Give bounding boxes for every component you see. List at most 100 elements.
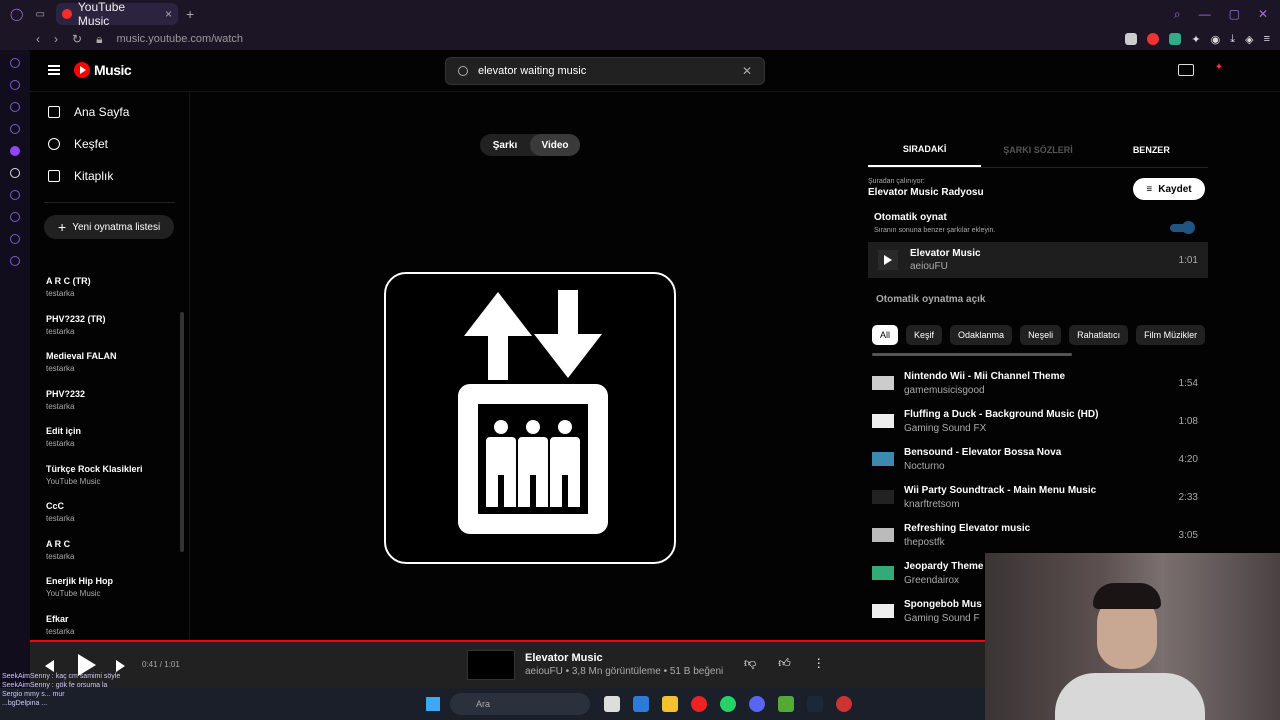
menu-icon[interactable]: ≡ (1264, 33, 1270, 45)
opera-logo-icon[interactable]: ◯ (10, 7, 23, 21)
chip-all[interactable]: All (872, 325, 899, 345)
playlist-item[interactable]: Efkar testarka (30, 610, 180, 635)
next-icon[interactable] (116, 660, 128, 672)
sidebar-app-icon[interactable] (10, 80, 20, 90)
forward-icon[interactable]: › (54, 32, 58, 46)
queue-artist: Gaming Sound F (904, 612, 980, 624)
profile-icon[interactable]: ◉ (1211, 33, 1221, 46)
current-track[interactable]: Elevator Music aeiouFU 1:01 (868, 242, 1208, 278)
player-meta: aeiouFU • 3,8 Mn görüntüleme • 51 B beğe… (525, 666, 724, 677)
more-options-icon[interactable]: ⋮ (813, 656, 825, 671)
minimize-icon[interactable]: — (1199, 7, 1211, 22)
restore-icon[interactable]: ▢ (1229, 7, 1240, 22)
playlist-item[interactable]: Medieval FALAN testarka (30, 347, 180, 385)
whatsapp-icon[interactable] (720, 696, 736, 712)
song-toggle[interactable]: Şarkı (480, 134, 530, 156)
tab-lyrics[interactable]: ŞARKI SÖZLERİ (981, 132, 1094, 167)
video-toggle[interactable]: Video (530, 134, 580, 156)
playlist-item[interactable]: CcC testarka (30, 497, 180, 535)
player-title[interactable]: Elevator Music (525, 652, 603, 664)
extension-icon[interactable] (1125, 33, 1138, 45)
x-twitter-icon[interactable] (10, 168, 20, 178)
play-icon[interactable] (878, 250, 898, 270)
history-icon[interactable] (10, 212, 20, 222)
steam-icon[interactable] (807, 696, 823, 712)
sidebar-app-icon[interactable] (10, 124, 20, 134)
aria-icon[interactable]: ◈ (1245, 33, 1253, 46)
taskbar-search[interactable]: Ara (450, 693, 590, 715)
previous-icon[interactable] (42, 660, 54, 672)
opera-icon[interactable] (691, 696, 707, 712)
sidebar-app-icon[interactable] (10, 234, 20, 244)
browser-tab[interactable]: YouTube Music × (56, 0, 178, 28)
chip-soundtracks[interactable]: Film Müzikler (1136, 325, 1206, 345)
left-sidebar: Ana Sayfa Keşfet Kitaplık + Yeni oynatma… (30, 92, 190, 640)
discord-icon[interactable] (749, 696, 765, 712)
new-playlist-button[interactable]: + Yeni oynatma listesi (44, 215, 174, 239)
sidebar-app-icon[interactable] (10, 190, 20, 200)
outlook-icon[interactable] (633, 696, 649, 712)
queue-item[interactable]: Bensound - Elevator Bossa Nova Nocturno 4:… (868, 440, 1208, 478)
sidebar-app-icon[interactable] (10, 58, 20, 68)
twitch-icon[interactable] (10, 146, 20, 156)
autoplay-title: Otomatik oynat (874, 212, 947, 223)
autoplay-switch[interactable] (1170, 221, 1195, 234)
queue-item[interactable]: Nintendo Wii - Mii Channel Theme gamemusi… (868, 364, 1208, 402)
playlist-item[interactable]: Türkçe Rock Klasikleri YouTube Music (30, 460, 180, 498)
playlist-item[interactable]: Edit için testarka (30, 422, 180, 460)
playlist-item[interactable]: Enerjik Hip Hop YouTube Music (30, 572, 180, 610)
search-icon (458, 66, 468, 76)
chip-focus[interactable]: Odaklanma (950, 325, 1013, 345)
chip-upbeat[interactable]: Neşeli (1020, 325, 1062, 345)
dislike-icon[interactable]: 👎︎ (744, 656, 756, 671)
hamburger-menu-icon[interactable] (48, 65, 60, 75)
playlist-item[interactable]: PHV?232 testarka (30, 385, 180, 423)
search-tabs-icon[interactable]: ⌕ (1174, 7, 1181, 22)
playlist-item[interactable]: A R C (TR) testarka (30, 272, 180, 310)
queue-title: Spongebob Mus (904, 598, 982, 610)
back-icon[interactable]: ‹ (36, 32, 40, 46)
tab-up-next[interactable]: SIRADAKİ (868, 132, 982, 167)
cast-icon[interactable] (1178, 64, 1194, 76)
adblock-icon[interactable] (1147, 33, 1160, 45)
browser-menu[interactable]: ◯ ▭ (0, 7, 56, 21)
tab-close-icon[interactable]: × (165, 7, 172, 21)
current-title: Elevator Music (910, 248, 981, 259)
file-explorer-icon[interactable] (662, 696, 678, 712)
queue-item[interactable]: Refreshing Elevator music thepostfk 3:05 (868, 516, 1208, 554)
windows-start-icon[interactable] (426, 697, 440, 711)
sidebar-scrollbar[interactable] (180, 312, 184, 552)
task-view-icon[interactable] (604, 696, 620, 712)
settings-icon[interactable] (10, 256, 20, 266)
extension-icon[interactable] (1169, 33, 1182, 45)
search-input[interactable] (478, 65, 732, 77)
queue-item[interactable]: Wii Party Soundtrack - Main Menu Music kn… (868, 478, 1208, 516)
reload-icon[interactable]: ↻ (72, 32, 82, 46)
clear-search-icon[interactable]: ✕ (742, 64, 752, 78)
tab-related[interactable]: BENZER (1095, 132, 1208, 167)
nav-home[interactable]: Ana Sayfa (30, 96, 189, 128)
close-window-icon[interactable]: ✕ (1258, 7, 1268, 22)
game-icon[interactable] (778, 696, 794, 712)
like-icon[interactable]: 👍︎ (778, 656, 791, 671)
sidebar-app-icon[interactable] (10, 102, 20, 112)
url-field[interactable]: music.youtube.com/watch (116, 33, 243, 45)
ytmusic-logo[interactable]: Music (74, 62, 132, 78)
new-tab-icon[interactable]: + (186, 6, 194, 22)
puzzle-icon[interactable]: ✦ (1191, 33, 1200, 46)
nav-explore[interactable]: Keşfet (30, 128, 189, 160)
search-box[interactable]: ✕ (445, 57, 765, 85)
queue-item[interactable]: Fluffing a Duck - Background Music (HD) G… (868, 402, 1208, 440)
chip-relax[interactable]: Rahatlatıcı (1069, 325, 1129, 345)
playlist-item[interactable]: A R C testarka (30, 535, 180, 573)
download-icon[interactable]: ⤓ (1230, 33, 1235, 46)
nav-library[interactable]: Kitaplık (30, 160, 189, 192)
chip-discover[interactable]: Keşif (906, 325, 943, 345)
app-icon[interactable] (836, 696, 852, 712)
tab-overview-icon[interactable]: ▭ (35, 9, 44, 20)
playlist-item[interactable]: PHV?232 (TR) testarka (30, 310, 180, 348)
account-avatar[interactable]: ✦ (1212, 62, 1226, 76)
queue-title: Wii Party Soundtrack - Main Menu Music (904, 484, 1097, 496)
playlist-owner: testarka (46, 551, 75, 561)
save-button[interactable]: ≡ Kaydet (1133, 178, 1205, 200)
